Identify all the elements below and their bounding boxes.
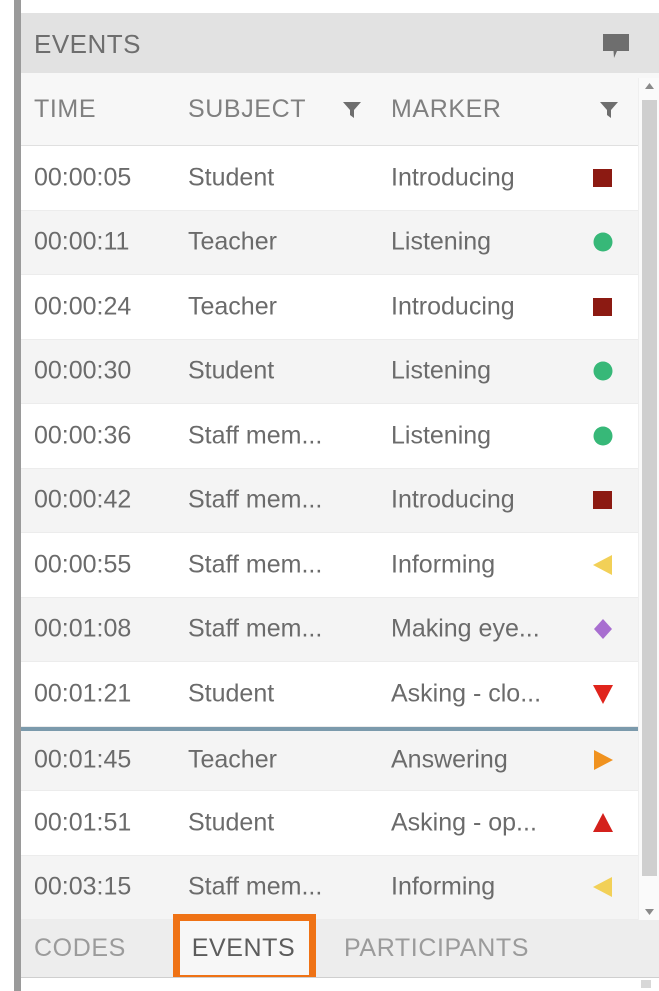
table-column-header: TIME SUBJECT MARKER (21, 73, 659, 146)
table-row[interactable]: 00:00:36 Staff mem... Listening (21, 404, 638, 469)
table-row[interactable]: 00:00:42 Staff mem... Introducing (21, 468, 638, 533)
table-row[interactable]: 00:00:24 Teacher Introducing (21, 275, 638, 340)
cell-time: 00:01:21 (34, 679, 132, 708)
marker-triangle-left-icon (589, 873, 617, 901)
tab-events[interactable]: EVENTS (176, 920, 311, 977)
cell-subject: Student (188, 808, 275, 837)
cell-subject: Student (188, 163, 275, 192)
cell-time: 00:00:42 (34, 485, 132, 514)
events-panel: EVENTS TIME SUBJECT MARKER 00:00:05 Stud… (0, 0, 659, 991)
cell-marker: Introducing (391, 292, 515, 321)
table-row[interactable]: 00:01:45 Teacher Answering (21, 726, 638, 791)
cell-time: 00:00:36 (34, 421, 132, 450)
cell-marker: Introducing (391, 485, 515, 514)
marker-square-icon (589, 486, 617, 514)
cell-time: 00:01:08 (34, 614, 132, 643)
cell-subject: Staff mem... (188, 872, 323, 901)
table-row[interactable]: 00:03:15 Staff mem... Informing (21, 855, 638, 920)
marker-square-icon (589, 293, 617, 321)
vertical-scrollbar[interactable] (638, 78, 659, 920)
table-row[interactable]: 00:00:11 Teacher Listening (21, 210, 638, 275)
cell-time: 00:00:30 (34, 356, 132, 385)
panel-footer (21, 977, 659, 991)
marker-diamond-icon (589, 615, 617, 643)
chevron-down-icon[interactable] (639, 902, 659, 920)
funnel-icon-subject[interactable] (342, 100, 362, 120)
cell-subject: Teacher (188, 227, 277, 256)
cell-time: 00:00:11 (34, 227, 130, 256)
cell-time: 00:00:55 (34, 550, 132, 579)
table-row[interactable]: 00:01:51 Student Asking - op... (21, 791, 638, 856)
tab-participants[interactable]: PARTICIPANTS (326, 920, 626, 977)
marker-triangle-up-icon (589, 809, 617, 837)
cell-marker: Informing (391, 550, 496, 579)
cell-marker: Making eye... (391, 614, 540, 643)
chevron-up-icon[interactable] (639, 78, 659, 96)
marker-circle-icon (589, 228, 617, 256)
marker-square-icon (589, 164, 617, 192)
cell-subject: Staff mem... (188, 421, 323, 450)
tab-codes[interactable]: CODES (21, 920, 176, 977)
marker-triangle-down-icon (589, 680, 617, 708)
cell-marker: Asking - op... (391, 808, 537, 837)
cell-subject: Student (188, 356, 275, 385)
cell-time: 00:00:05 (34, 163, 132, 192)
scrollbar-thumb[interactable] (642, 100, 657, 876)
table-row[interactable]: 00:01:21 Student Asking - clo... (21, 662, 638, 727)
panel-title-bar: EVENTS (21, 13, 659, 73)
table-row[interactable]: 00:00:30 Student Listening (21, 339, 638, 404)
cell-marker: Informing (391, 872, 496, 901)
panel-body: EVENTS TIME SUBJECT MARKER 00:00:05 Stud… (21, 0, 659, 991)
cell-marker: Listening (391, 421, 492, 450)
cell-subject: Staff mem... (188, 550, 323, 579)
cell-subject: Teacher (188, 745, 277, 774)
column-header-marker[interactable]: MARKER (391, 95, 502, 124)
cell-subject: Staff mem... (188, 485, 323, 514)
funnel-icon-marker[interactable] (599, 100, 619, 120)
cell-time: 00:01:45 (34, 745, 132, 774)
cell-marker: Introducing (391, 163, 515, 192)
cell-subject: Staff mem... (188, 614, 323, 643)
page-title: EVENTS (34, 29, 142, 59)
cell-time: 00:03:15 (34, 872, 132, 901)
speech-bubble-icon[interactable] (601, 31, 631, 61)
cell-marker: Listening (391, 356, 492, 385)
cell-time: 00:00:24 (34, 292, 132, 321)
bottom-tab-bar: CODES EVENTS PARTICIPANTS (21, 914, 659, 982)
cell-subject: Student (188, 679, 275, 708)
table-row[interactable]: 00:00:55 Staff mem... Informing (21, 533, 638, 598)
cell-marker: Listening (391, 227, 492, 256)
table-row[interactable]: 00:00:05 Student Introducing (21, 146, 638, 211)
column-header-time[interactable]: TIME (34, 95, 96, 124)
column-header-subject[interactable]: SUBJECT (188, 95, 306, 124)
window-left-edge (0, 0, 21, 991)
marker-circle-icon (589, 357, 617, 385)
marker-circle-icon (589, 422, 617, 450)
cell-subject: Teacher (188, 292, 277, 321)
events-table-body[interactable]: 00:00:05 Student Introducing 00:00:11 Teache… (21, 146, 638, 920)
cell-marker: Answering (391, 745, 508, 774)
marker-triangle-right-icon (589, 746, 617, 774)
cell-marker: Asking - clo... (391, 679, 542, 708)
cell-time: 00:01:51 (34, 808, 132, 837)
marker-triangle-left-icon (589, 551, 617, 579)
table-row[interactable]: 00:01:08 Staff mem... Making eye... (21, 597, 638, 662)
